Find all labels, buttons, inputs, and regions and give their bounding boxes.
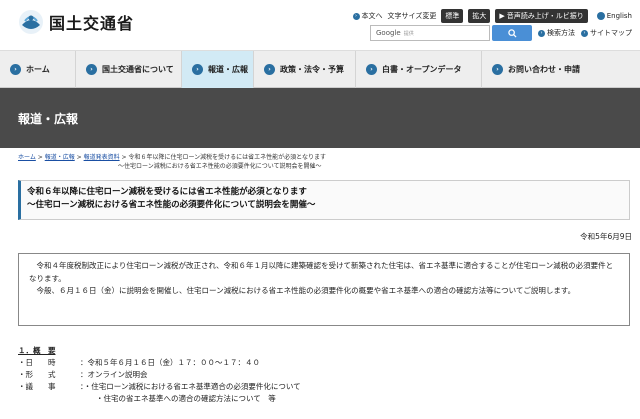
chevron-right-icon: › [366,64,377,75]
search-method-label: 検索方法 [547,29,575,37]
sitemap-link[interactable]: › サイトマップ [581,28,632,38]
summary-paragraph: 今般、６月１６日（金）に説明会を開催し、住宅ローン減税における省エネ性能の必須要… [36,286,576,295]
search-icon [507,28,517,38]
nav-item-about[interactable]: › 国土交通省について [76,51,182,88]
nav-item-label: ホーム [26,65,50,74]
chevron-right-icon: › [264,64,275,75]
global-nav: › ホーム › 国土交通省について › 報道・広報 › 政策・法令・予算 › 白… [0,50,640,88]
english-link[interactable]: English [596,12,632,20]
chevron-right-icon: › [192,64,203,75]
summary-paragraph: 令和４年度税制改正により住宅ローン減税が改正され、令和６年１月以降に建築確認を受… [29,261,614,283]
breadcrumb-separator: > [76,154,82,161]
nav-item-policy[interactable]: › 政策・法令・予算 [254,51,356,88]
nav-item-home[interactable]: › ホーム [0,51,76,88]
nav-item-label: 政策・法令・予算 [280,65,344,74]
chevron-right-icon: › [492,64,503,75]
nav-item-label: 国土交通省について [102,65,174,74]
outline-row-continuation: ・住宅の省エネ基準への適合の確認方法について 等 [18,393,630,405]
search-method-link[interactable]: › 検索方法 [538,28,575,38]
outline-row: ・形 式 ：オンライン説明会 [18,369,630,381]
outline-row-value: ：・住宅ローン減税における省エネ基準適合の必須要件化について [80,382,301,391]
search-input[interactable]: Google 提供 [370,25,490,41]
breadcrumb-current: 令和６年以降に住宅ローン減税を受けるには省エネ性能が必須となります [128,154,327,161]
utility-bar: › 本文へ 文字サイズ変更 標準 拡大 ▶ 音声読み上げ・ルビ振り Englis… [352,9,632,23]
breadcrumb-separator: > [37,154,43,161]
page-title: 報道・広報 [18,112,79,126]
globe-icon [596,12,605,20]
chevron-right-icon: › [86,64,97,75]
skip-to-body-link[interactable]: › 本文へ [352,11,383,21]
voice-reading-button[interactable]: ▶ 音声読み上げ・ルビ振り [495,9,588,23]
logo-text: 国土交通省 [49,14,135,33]
breadcrumb-home-link[interactable]: ホーム [18,154,36,161]
skip-to-body-label: 本文へ [361,12,383,20]
nav-item-contact[interactable]: › お問い合わせ・申請 [482,51,640,88]
chevron-right-icon: › [538,29,545,37]
font-size-label: 文字サイズ変更 [387,12,437,20]
nav-item-label: 報道・広報 [208,65,248,74]
nav-item-whitepaper[interactable]: › 白書・オープンデータ [356,51,482,88]
search-bar: Google 提供 › 検索方法 › サイトマップ [370,25,632,41]
breadcrumb-releases-link[interactable]: 報道発表資料 [84,154,120,161]
outline-row-value: ：令和５年６月１６日（金）１７：００～１７：４０ [80,358,260,367]
outline-row-value: ・住宅の省エネ基準への適合の確認方法について 等 [96,394,276,403]
breadcrumb: ホーム > 報道・広報 > 報道発表資料 > 令和６年以降に住宅ローン減税を受け… [18,153,628,171]
outline-row-value: ：オンライン説明会 [80,370,148,379]
english-label: English [606,12,632,20]
outline-row-label: ・形 式 [18,370,56,379]
speaker-icon: ▶ [499,12,505,20]
breadcrumb-current-line2: ～住宅ローン減税における省エネ性能の必須要件化について説明会を開催～ [118,163,322,170]
search-button[interactable] [492,25,532,41]
font-large-button[interactable]: 拡大 [468,9,491,23]
outline-row-label: ・議 事 [18,382,56,391]
breadcrumb-separator: > [121,154,127,161]
nav-item-label: 白書・オープンデータ [382,65,462,74]
outline-row-label: ・日 時 [18,358,56,367]
site-logo[interactable]: 国土交通省 [18,9,134,35]
nav-item-press[interactable]: › 報道・広報 [182,51,254,88]
summary-box: 令和４年度税制改正により住宅ローン減税が改正され、令和６年１月以降に建築確認を受… [18,253,630,326]
font-standard-button[interactable]: 標準 [441,9,464,23]
chevron-right-icon: › [581,29,588,37]
chevron-right-icon: › [10,64,21,75]
article-title-line2: ～住宅ローン減税における省エネ性能の必須要件化について説明会を開催～ [27,200,316,210]
site-header: 国土交通省 › 本文へ 文字サイズ変更 標準 拡大 ▶ 音声読み上げ・ルビ振り … [0,0,640,50]
outline-row-spacer [18,393,80,405]
search-placeholder: 提供 [403,30,414,37]
nav-item-label: お問い合わせ・申請 [508,65,580,74]
section-title: 概 要 [33,346,56,355]
sitemap-label: サイトマップ [590,29,632,37]
breadcrumb-press-link[interactable]: 報道・広報 [45,154,75,161]
outline-section: １．概 要 ・日 時 ：令和５年６月１６日（金）１７：００～１７：４０ ・形 式… [18,345,630,405]
page-banner: 報道・広報 [0,88,640,148]
outline-row: ・日 時 ：令和５年６月１６日（金）１７：００～１７：４０ [18,357,630,369]
chevron-right-icon: › [352,12,360,20]
article-title-box: 令和６年以降に住宅ローン減税を受けるには省エネ性能が必須となります ～住宅ローン… [18,180,630,220]
article-title-line1: 令和６年以降に住宅ローン減税を受けるには省エネ性能が必須となります [27,187,307,197]
publish-date: 令和5年6月9日 [580,232,632,241]
voice-reading-label: 音声読み上げ・ルビ振り [506,12,584,20]
section-number: １． [18,346,33,355]
outline-row: ・議 事 ：・住宅ローン減税における省エネ基準適合の必須要件化について [18,381,630,393]
google-label: Google [376,29,401,37]
section-heading: １．概 要 [18,345,630,357]
mlit-logo-icon [19,10,43,34]
